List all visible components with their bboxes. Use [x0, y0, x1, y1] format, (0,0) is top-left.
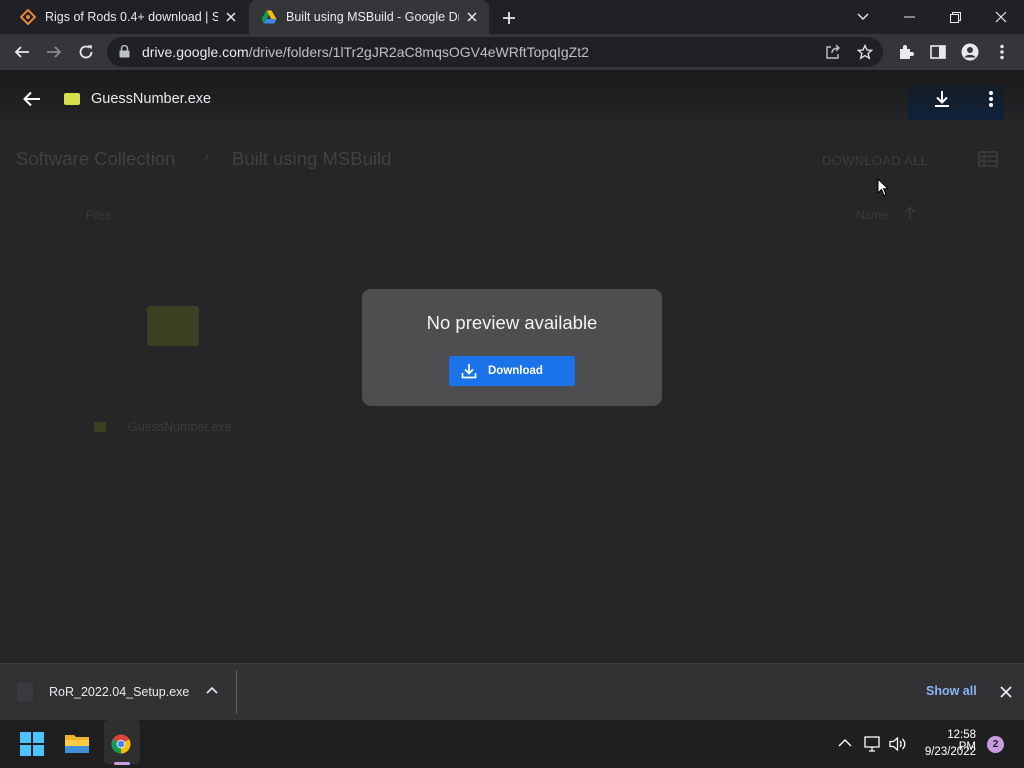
arrow-right-icon	[47, 46, 62, 58]
notification-badge[interactable]: 2	[987, 736, 1004, 753]
download-button[interactable]: Download	[449, 356, 575, 386]
no-preview-message: No preview available	[426, 312, 598, 333]
close-preview-button[interactable]	[22, 89, 42, 109]
windows-start-icon[interactable]	[20, 732, 44, 756]
plus-icon	[503, 12, 515, 24]
download-shelf: RoR_2022.04_Setup.exe Show all	[0, 663, 1024, 720]
download-button[interactable]	[932, 89, 952, 109]
url-host: drive.google.com	[142, 44, 249, 60]
file-type-icon	[94, 422, 106, 432]
shelf-divider	[236, 670, 237, 714]
clock-date[interactable]: 9/23/2022	[916, 746, 976, 758]
chrome-menu-button[interactable]	[988, 38, 1016, 66]
sort-by-name[interactable]: Name	[856, 208, 888, 222]
tab-title: Rigs of Rods 0.4+ download | So	[45, 10, 218, 24]
arrow-left-icon	[14, 46, 29, 58]
reload-button[interactable]	[72, 38, 100, 66]
url-text[interactable]: drive.google.com/drive/folders/1lTr2gJR2…	[142, 44, 589, 60]
chrome-icon[interactable]	[111, 734, 131, 754]
share-icon[interactable]	[825, 44, 841, 60]
forward-button[interactable]	[40, 38, 68, 66]
kebab-menu-icon	[989, 91, 993, 107]
restore-icon	[949, 11, 961, 23]
network-icon[interactable]	[864, 736, 882, 752]
breadcrumb-root[interactable]: Software Collection	[16, 148, 175, 170]
chevron-up-icon[interactable]	[838, 738, 852, 747]
arrow-left-icon	[23, 91, 40, 107]
tab-strip: Rigs of Rods 0.4+ download | So Built us…	[0, 0, 1024, 34]
download-icon	[461, 363, 477, 379]
rigs-of-rods-icon	[20, 9, 36, 25]
back-button[interactable]	[8, 38, 36, 66]
browser-toolbar: drive.google.com/drive/folders/1lTr2gJR2…	[0, 34, 1024, 70]
lock-icon[interactable]	[119, 45, 130, 58]
tab-rigs-of-rods[interactable]: Rigs of Rods 0.4+ download | So	[8, 0, 248, 34]
volume-icon[interactable]	[889, 736, 907, 752]
mouse-cursor-icon	[877, 178, 889, 197]
profile-icon	[961, 43, 979, 61]
breadcrumb-current[interactable]: Built using MSBuild	[232, 148, 391, 170]
file-thumbnail[interactable]	[147, 306, 199, 346]
google-drive-icon	[261, 9, 277, 25]
file-explorer-icon[interactable]	[64, 732, 90, 754]
download-all-button[interactable]: DOWNLOAD ALL	[822, 153, 928, 168]
tab-built-using-msbuild[interactable]: Built using MSBuild - Google Driv	[249, 0, 489, 34]
puzzle-icon	[900, 45, 914, 59]
restore-button[interactable]	[932, 0, 978, 34]
chevron-up-icon[interactable]	[206, 686, 218, 694]
downloaded-file-name[interactable]: RoR_2022.04_Setup.exe	[49, 685, 189, 699]
kebab-menu-icon	[1000, 44, 1004, 60]
minimize-icon	[903, 16, 915, 18]
address-bar[interactable]: drive.google.com/drive/folders/1lTr2gJR2…	[107, 37, 883, 67]
side-panel-button[interactable]	[924, 38, 952, 66]
file-icon	[16, 682, 34, 702]
reload-icon	[79, 45, 93, 59]
url-path: /drive/folders/1lTr2gJR2aC8mqsOGV4eWRftT…	[248, 44, 589, 60]
profile-button[interactable]	[956, 38, 984, 66]
active-app-indicator	[114, 762, 130, 765]
arrow-up-icon[interactable]	[904, 206, 916, 220]
breadcrumb-chevron-icon: ›	[204, 148, 210, 165]
extensions-button[interactable]	[892, 38, 920, 66]
file-type-icon	[64, 93, 80, 105]
no-preview-dialog: No preview available Download	[362, 289, 662, 406]
chevron-down-icon	[857, 13, 869, 20]
new-tab-button[interactable]	[498, 7, 520, 29]
tab-title: Built using MSBuild - Google Driv	[286, 10, 459, 24]
preview-header: GuessNumber.exe	[0, 70, 1024, 128]
bookmark-star-icon[interactable]	[857, 44, 873, 60]
show-all-downloads-link[interactable]: Show all	[926, 684, 977, 698]
files-section-label: Files	[86, 208, 112, 222]
close-window-button[interactable]	[978, 0, 1024, 34]
close-icon	[995, 11, 1007, 23]
tab-search-button[interactable]	[840, 0, 886, 34]
more-actions-button[interactable]	[988, 90, 994, 108]
list-view-icon[interactable]	[978, 151, 998, 167]
download-icon	[935, 91, 949, 107]
preview-file-title: GuessNumber.exe	[91, 91, 212, 107]
close-tab-icon[interactable]	[222, 8, 240, 26]
side-panel-icon	[930, 45, 946, 59]
close-icon[interactable]	[1000, 686, 1012, 698]
windows-taskbar: 12:58 PM 9/23/2022 2	[0, 720, 1024, 768]
download-label: Download	[488, 365, 543, 377]
file-name[interactable]: GuessNumber.exe	[128, 420, 232, 434]
close-tab-icon[interactable]	[463, 8, 481, 26]
minimize-button[interactable]	[886, 0, 932, 34]
